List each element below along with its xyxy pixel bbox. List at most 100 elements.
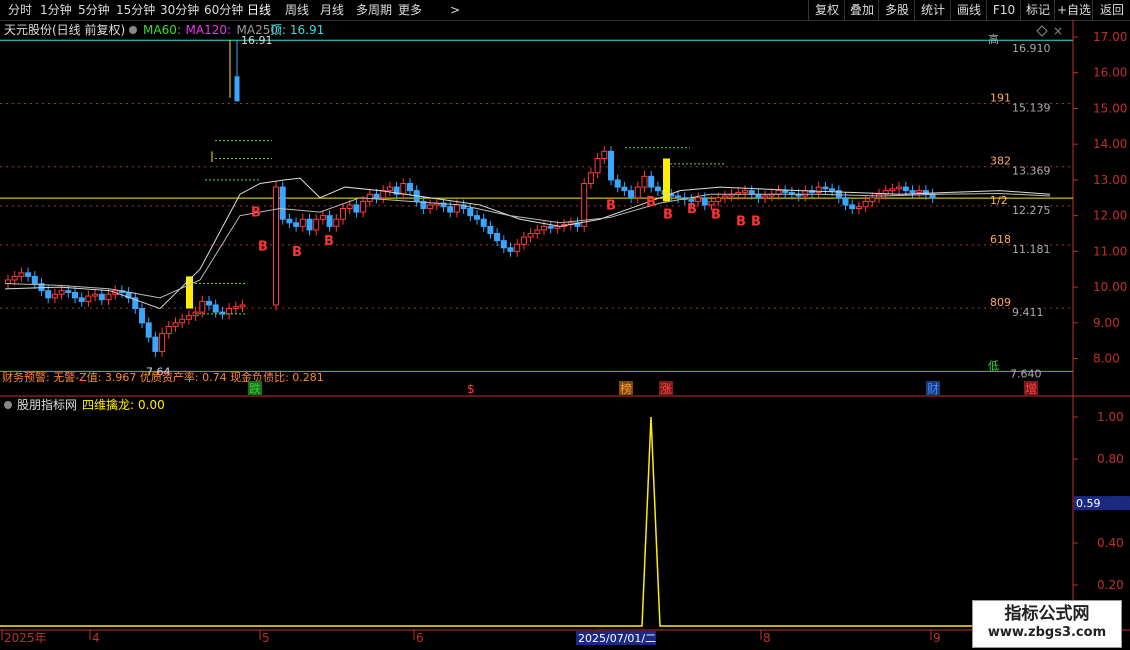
period-tab-10[interactable]: 更多	[398, 2, 422, 18]
date-label: 6	[416, 631, 424, 645]
dropdown-icon[interactable]	[129, 26, 137, 34]
low-ratio-label: 低	[988, 359, 999, 372]
fib-price-label: 13.369	[1012, 165, 1051, 178]
candle-body	[185, 315, 192, 320]
candle-body	[654, 186, 661, 192]
candle-body	[587, 172, 594, 184]
period-tab-8[interactable]: 月线	[320, 2, 344, 18]
finance-warning: 财务预警: 无警-Z值: 3.967 优质资产率: 0.74 现金负债比: 0.…	[2, 370, 324, 384]
candle-body	[386, 186, 393, 192]
toolbar-button-7[interactable]: +自选	[1054, 0, 1093, 20]
fib-price-label: 9.411	[1012, 306, 1044, 319]
candle-body	[92, 293, 99, 297]
more-arrow-icon[interactable]: >	[450, 2, 460, 18]
price-tick-label: 15.00	[1093, 101, 1127, 115]
candle-body	[494, 233, 501, 242]
kline-chart[interactable]: 17.00 16.00 15.00 14.00 13.00 12.00 11.00 10.00…	[0, 20, 1130, 650]
diamond-icon[interactable]	[1036, 25, 1048, 37]
high-ratio-label: 高	[988, 32, 999, 46]
buy-signal-label: B	[606, 198, 616, 213]
watermark: 指标公式网 www.zbgs3.com	[972, 600, 1122, 648]
event-marker-label[interactable]: 跌	[249, 381, 261, 396]
price-tick-label: 14.00	[1093, 137, 1127, 151]
toolbar-button-2[interactable]: 多股	[878, 0, 915, 20]
candle-body	[407, 182, 413, 192]
period-tab-5[interactable]: 60分钟	[204, 2, 243, 18]
candle-body	[45, 290, 52, 299]
candle-body	[648, 175, 655, 188]
event-marker-label[interactable]: 涨	[660, 381, 672, 396]
close-icon[interactable]: ×	[1053, 24, 1063, 38]
indicator-tick-label: 1.00	[1097, 410, 1124, 424]
candle-body	[226, 308, 233, 315]
period-tab-4[interactable]: 30分钟	[160, 2, 199, 18]
candle-body	[487, 225, 494, 235]
buy-signal-label: B	[687, 202, 697, 217]
fib-price-label: 12.275	[1012, 204, 1051, 217]
period-tab-6[interactable]: 日线	[247, 2, 271, 18]
event-marker-label[interactable]: 增	[1025, 382, 1037, 396]
candle-body	[427, 204, 434, 210]
candle-body	[742, 190, 748, 193]
candle-body	[199, 300, 206, 313]
toolbar-button-8[interactable]: 返回	[1092, 0, 1130, 20]
candle-body	[547, 225, 554, 229]
high-price-label: 16.910	[1012, 42, 1051, 55]
event-marker-label[interactable]: 财	[927, 382, 939, 396]
price-tick-label: 16.00	[1093, 66, 1127, 80]
candle-body	[447, 206, 454, 213]
date-label: 2025年	[4, 631, 47, 645]
candle-body	[159, 333, 166, 352]
candle-body	[474, 215, 480, 220]
toolbar-button-3[interactable]: 统计	[914, 0, 951, 20]
candle-body	[608, 150, 614, 181]
candle-body	[306, 218, 313, 231]
period-tab-1[interactable]: 1分钟	[40, 2, 72, 18]
signal-bar	[186, 276, 193, 309]
candle-body	[179, 318, 186, 324]
candle-body	[695, 197, 702, 202]
candle-body	[299, 218, 306, 227]
toolbar-button-6[interactable]: 标记	[1020, 0, 1055, 20]
candle-body	[234, 76, 240, 102]
candle-body	[85, 295, 92, 302]
indicator-tick-label: 0.80	[1097, 452, 1124, 466]
event-marker-label[interactable]: $	[467, 382, 475, 396]
candle-body	[25, 272, 32, 277]
candle-body	[721, 195, 728, 199]
toolbar-button-4[interactable]: 画线	[950, 0, 987, 20]
low-price-label: 7.640	[1010, 367, 1042, 380]
candle-body	[65, 290, 72, 293]
candle-body	[822, 186, 829, 190]
candle-body	[775, 190, 782, 195]
period-tab-2[interactable]: 5分钟	[78, 2, 110, 18]
period-tab-9[interactable]: 多周期	[356, 2, 392, 18]
period-tab-7[interactable]: 周线	[285, 2, 309, 18]
candle-body	[480, 218, 487, 227]
price-tick-label: 8.00	[1093, 352, 1120, 366]
toolbar-button-1[interactable]: 叠加	[844, 0, 879, 20]
candle-body	[675, 195, 681, 199]
candle-body	[902, 186, 909, 192]
candle-body	[855, 206, 862, 210]
candle-body	[293, 222, 300, 227]
toolbar-button-0[interactable]: 复权	[808, 0, 845, 20]
fib-price-label: 15.139	[1012, 101, 1051, 114]
buy-signal-label: B	[646, 195, 656, 210]
candle-body	[346, 204, 353, 210]
candle-body	[748, 190, 755, 195]
watermark-title: 指标公式网	[1004, 604, 1090, 624]
toolbar-button-5[interactable]: F10	[986, 0, 1021, 20]
candle-body	[520, 236, 527, 245]
period-tab-3[interactable]: 15分钟	[116, 2, 155, 18]
candle-body	[18, 272, 25, 277]
date-label: 9	[933, 631, 941, 645]
candle-body	[514, 243, 521, 252]
candle-body	[400, 182, 407, 195]
event-marker-label[interactable]: 榜	[620, 381, 632, 396]
candle-body	[628, 190, 635, 199]
period-tab-0[interactable]: 分时	[8, 2, 32, 18]
candle-body	[5, 279, 11, 285]
indicator-value: 0.00	[138, 398, 165, 412]
indicator-dropdown-icon[interactable]	[4, 401, 12, 409]
